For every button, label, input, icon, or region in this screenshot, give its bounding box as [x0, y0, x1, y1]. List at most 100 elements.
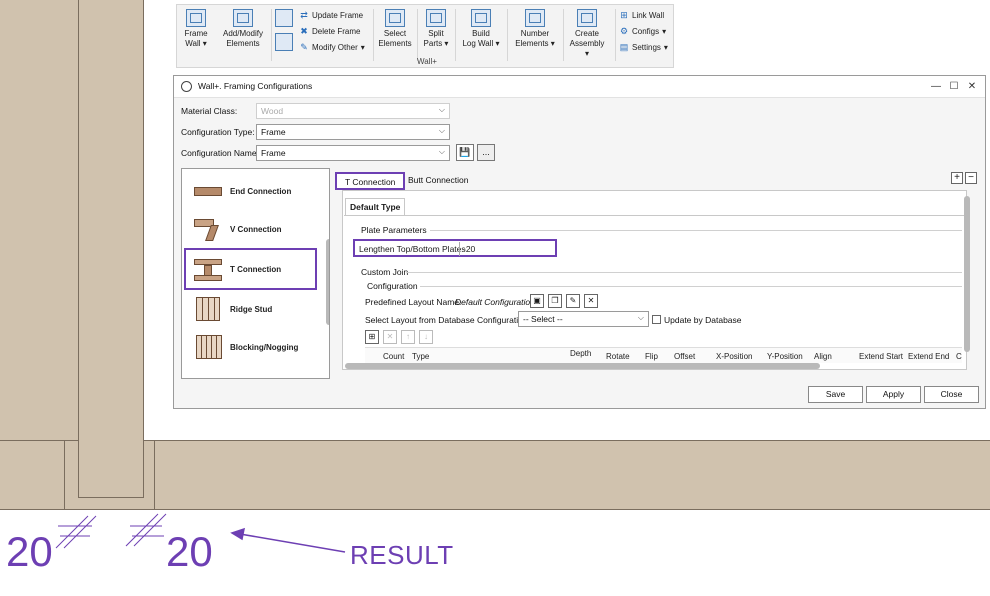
assembly-icon: [577, 9, 597, 27]
lengthen-plates-label: Lengthen Top/Bottom Plates: [359, 244, 466, 254]
list-item-ridge-stud[interactable]: Ridge Stud: [194, 291, 324, 327]
col-type: Type: [412, 352, 430, 361]
col-y-position: Y-Position: [767, 352, 803, 361]
list-scrollbar[interactable]: [326, 239, 329, 325]
select-layout-label: Select Layout from Database Configuratio…: [365, 315, 530, 325]
delete-frame-button[interactable]: ✖ Delete Frame: [299, 25, 360, 37]
select-elements-icon: [385, 9, 405, 27]
tab-panel: [342, 190, 967, 370]
result-label: RESULT: [350, 540, 454, 570]
framing-configurations-dialog: Wall+. Framing Configurations — ☐ ✕ Mate…: [173, 75, 986, 409]
annotation-overlay: [55, 513, 346, 553]
material-class-select[interactable]: Wood ⌵: [256, 103, 450, 119]
ridge-stud-icon: [194, 295, 224, 323]
ribbon-toolbar: Frame Wall ▾ Add/Modify Elements ⇄ Update…: [176, 4, 674, 68]
maximize-button[interactable]: ☐: [946, 79, 962, 95]
predefined-layout-value: Default Configuration: [455, 297, 535, 307]
chevron-down-icon: ⌵: [438, 126, 445, 135]
close-button[interactable]: Close: [924, 386, 979, 403]
select-layout-dropdown[interactable]: -- Select -- ⌵: [518, 311, 649, 327]
split-parts-icon: [426, 9, 446, 27]
wall-left: [0, 0, 78, 440]
number-elements-button[interactable]: Number Elements ▾: [513, 7, 557, 49]
col-rotate: Rotate: [606, 352, 630, 361]
subtab-default-type[interactable]: Default Type: [345, 198, 406, 216]
configs-button[interactable]: ⚙ Configs ▾: [619, 25, 666, 37]
frame-wall-button[interactable]: Frame Wall ▾: [181, 7, 211, 49]
col-count: Count: [383, 352, 405, 361]
edit-layout-icon[interactable]: ✎: [566, 294, 580, 308]
table-horizontal-scrollbar[interactable]: [345, 363, 820, 369]
plate-parameters-title: Plate Parameters: [361, 225, 427, 235]
browse-button[interactable]: ...: [477, 144, 495, 161]
chevron-down-icon: ⌵: [438, 147, 445, 156]
add-modify-elements-button[interactable]: Add/Modify Elements: [219, 7, 267, 49]
app-icon: [181, 81, 192, 92]
tab-butt-connection[interactable]: Butt Connection: [400, 172, 476, 190]
minimize-button[interactable]: —: [928, 79, 944, 95]
delete-layout-icon[interactable]: ✕: [584, 294, 598, 308]
save-config-button[interactable]: 💾: [456, 144, 474, 161]
copy-layout-icon[interactable]: ❐: [548, 294, 562, 308]
move-down-icon[interactable]: ↓: [419, 330, 433, 344]
save-button[interactable]: Save: [808, 386, 863, 403]
gear-icon: ⚙: [619, 25, 629, 36]
frame-edit-icon: [275, 9, 293, 27]
close-window-button[interactable]: ✕: [964, 79, 980, 95]
lengthen-plates-input[interactable]: -20: [459, 242, 555, 256]
create-assembly-button[interactable]: Create Assembly ▾: [567, 7, 607, 59]
delete-icon: ✖: [300, 25, 308, 36]
list-item-t-connection[interactable]: T Connection: [184, 248, 317, 290]
configuration-title: Configuration: [367, 281, 418, 291]
result-arrow: [230, 527, 346, 553]
material-class-label: Material Class:: [181, 106, 238, 116]
tab-t-connection[interactable]: T Connection: [335, 172, 406, 190]
move-up-icon[interactable]: ↑: [401, 330, 415, 344]
end-connection-icon: [194, 177, 224, 205]
config-type-select[interactable]: Frame ⌵: [256, 124, 450, 140]
connection-list: End Connection V Connection T Connection…: [181, 168, 330, 379]
link-icon: ⊞: [620, 9, 628, 20]
update-by-database-label: Update by Database: [664, 315, 742, 325]
select-elements-button[interactable]: Select Elements: [377, 7, 413, 49]
add-row-icon[interactable]: ⊞: [365, 330, 379, 344]
frame-wall-icon: [186, 9, 206, 27]
dialog-title: Wall+. Framing Configurations: [198, 81, 313, 91]
split-parts-button[interactable]: Split Parts ▾: [421, 7, 451, 49]
dialog-titlebar: Wall+. Framing Configurations — ☐ ✕: [174, 76, 985, 98]
dimension-tick-marks: [55, 513, 167, 549]
col-offset: Offset: [674, 352, 696, 361]
list-item-blocking-nogging[interactable]: Blocking/Nogging: [194, 329, 324, 365]
numbering-icon: [525, 9, 545, 27]
apply-button[interactable]: Apply: [866, 386, 921, 403]
link-wall-button[interactable]: ⊞ Link Wall: [619, 9, 664, 21]
log-wall-icon: [471, 9, 491, 27]
add-modify-icon: [233, 9, 253, 27]
lengthen-plates-field[interactable]: Lengthen Top/Bottom Plates -20: [353, 239, 557, 257]
panel-vertical-scrollbar[interactable]: [964, 196, 970, 352]
save-layout-icon[interactable]: ▣: [530, 294, 544, 308]
col-x-position: X-Position: [716, 352, 753, 361]
col-c: C: [956, 352, 962, 361]
predefined-layout-label: Predefined Layout Name:: [365, 297, 462, 307]
update-by-database-checkbox[interactable]: [652, 315, 661, 324]
list-item-v-connection[interactable]: V Connection: [194, 211, 324, 247]
add-tab-button[interactable]: +: [951, 172, 963, 184]
col-flip: Flip: [645, 352, 658, 361]
modify-other-button[interactable]: ✎ Modify Other ▾: [299, 41, 365, 53]
frame-modify-icon: [275, 33, 293, 51]
config-name-select[interactable]: Frame ⌵: [256, 145, 450, 161]
col-depth: Depth: [570, 349, 592, 358]
custom-join-title: Custom Join: [361, 267, 409, 277]
list-item-end-connection[interactable]: End Connection: [194, 173, 324, 209]
remove-tab-button[interactable]: −: [965, 172, 977, 184]
build-log-wall-button[interactable]: Build Log Wall ▾: [461, 7, 501, 49]
settings-button[interactable]: ▤ Settings ▾: [619, 41, 668, 53]
ribbon-group-label: Wall+: [417, 57, 437, 66]
update-frame-button[interactable]: ⇄ Update Frame: [299, 9, 363, 21]
col-extend-start: Extend Start: [859, 352, 904, 361]
remove-row-icon[interactable]: ✕: [383, 330, 397, 344]
config-type-label: Configuration Type:: [181, 127, 255, 137]
chevron-down-icon: ⌵: [637, 313, 644, 322]
refresh-icon: ⇄: [300, 9, 308, 20]
